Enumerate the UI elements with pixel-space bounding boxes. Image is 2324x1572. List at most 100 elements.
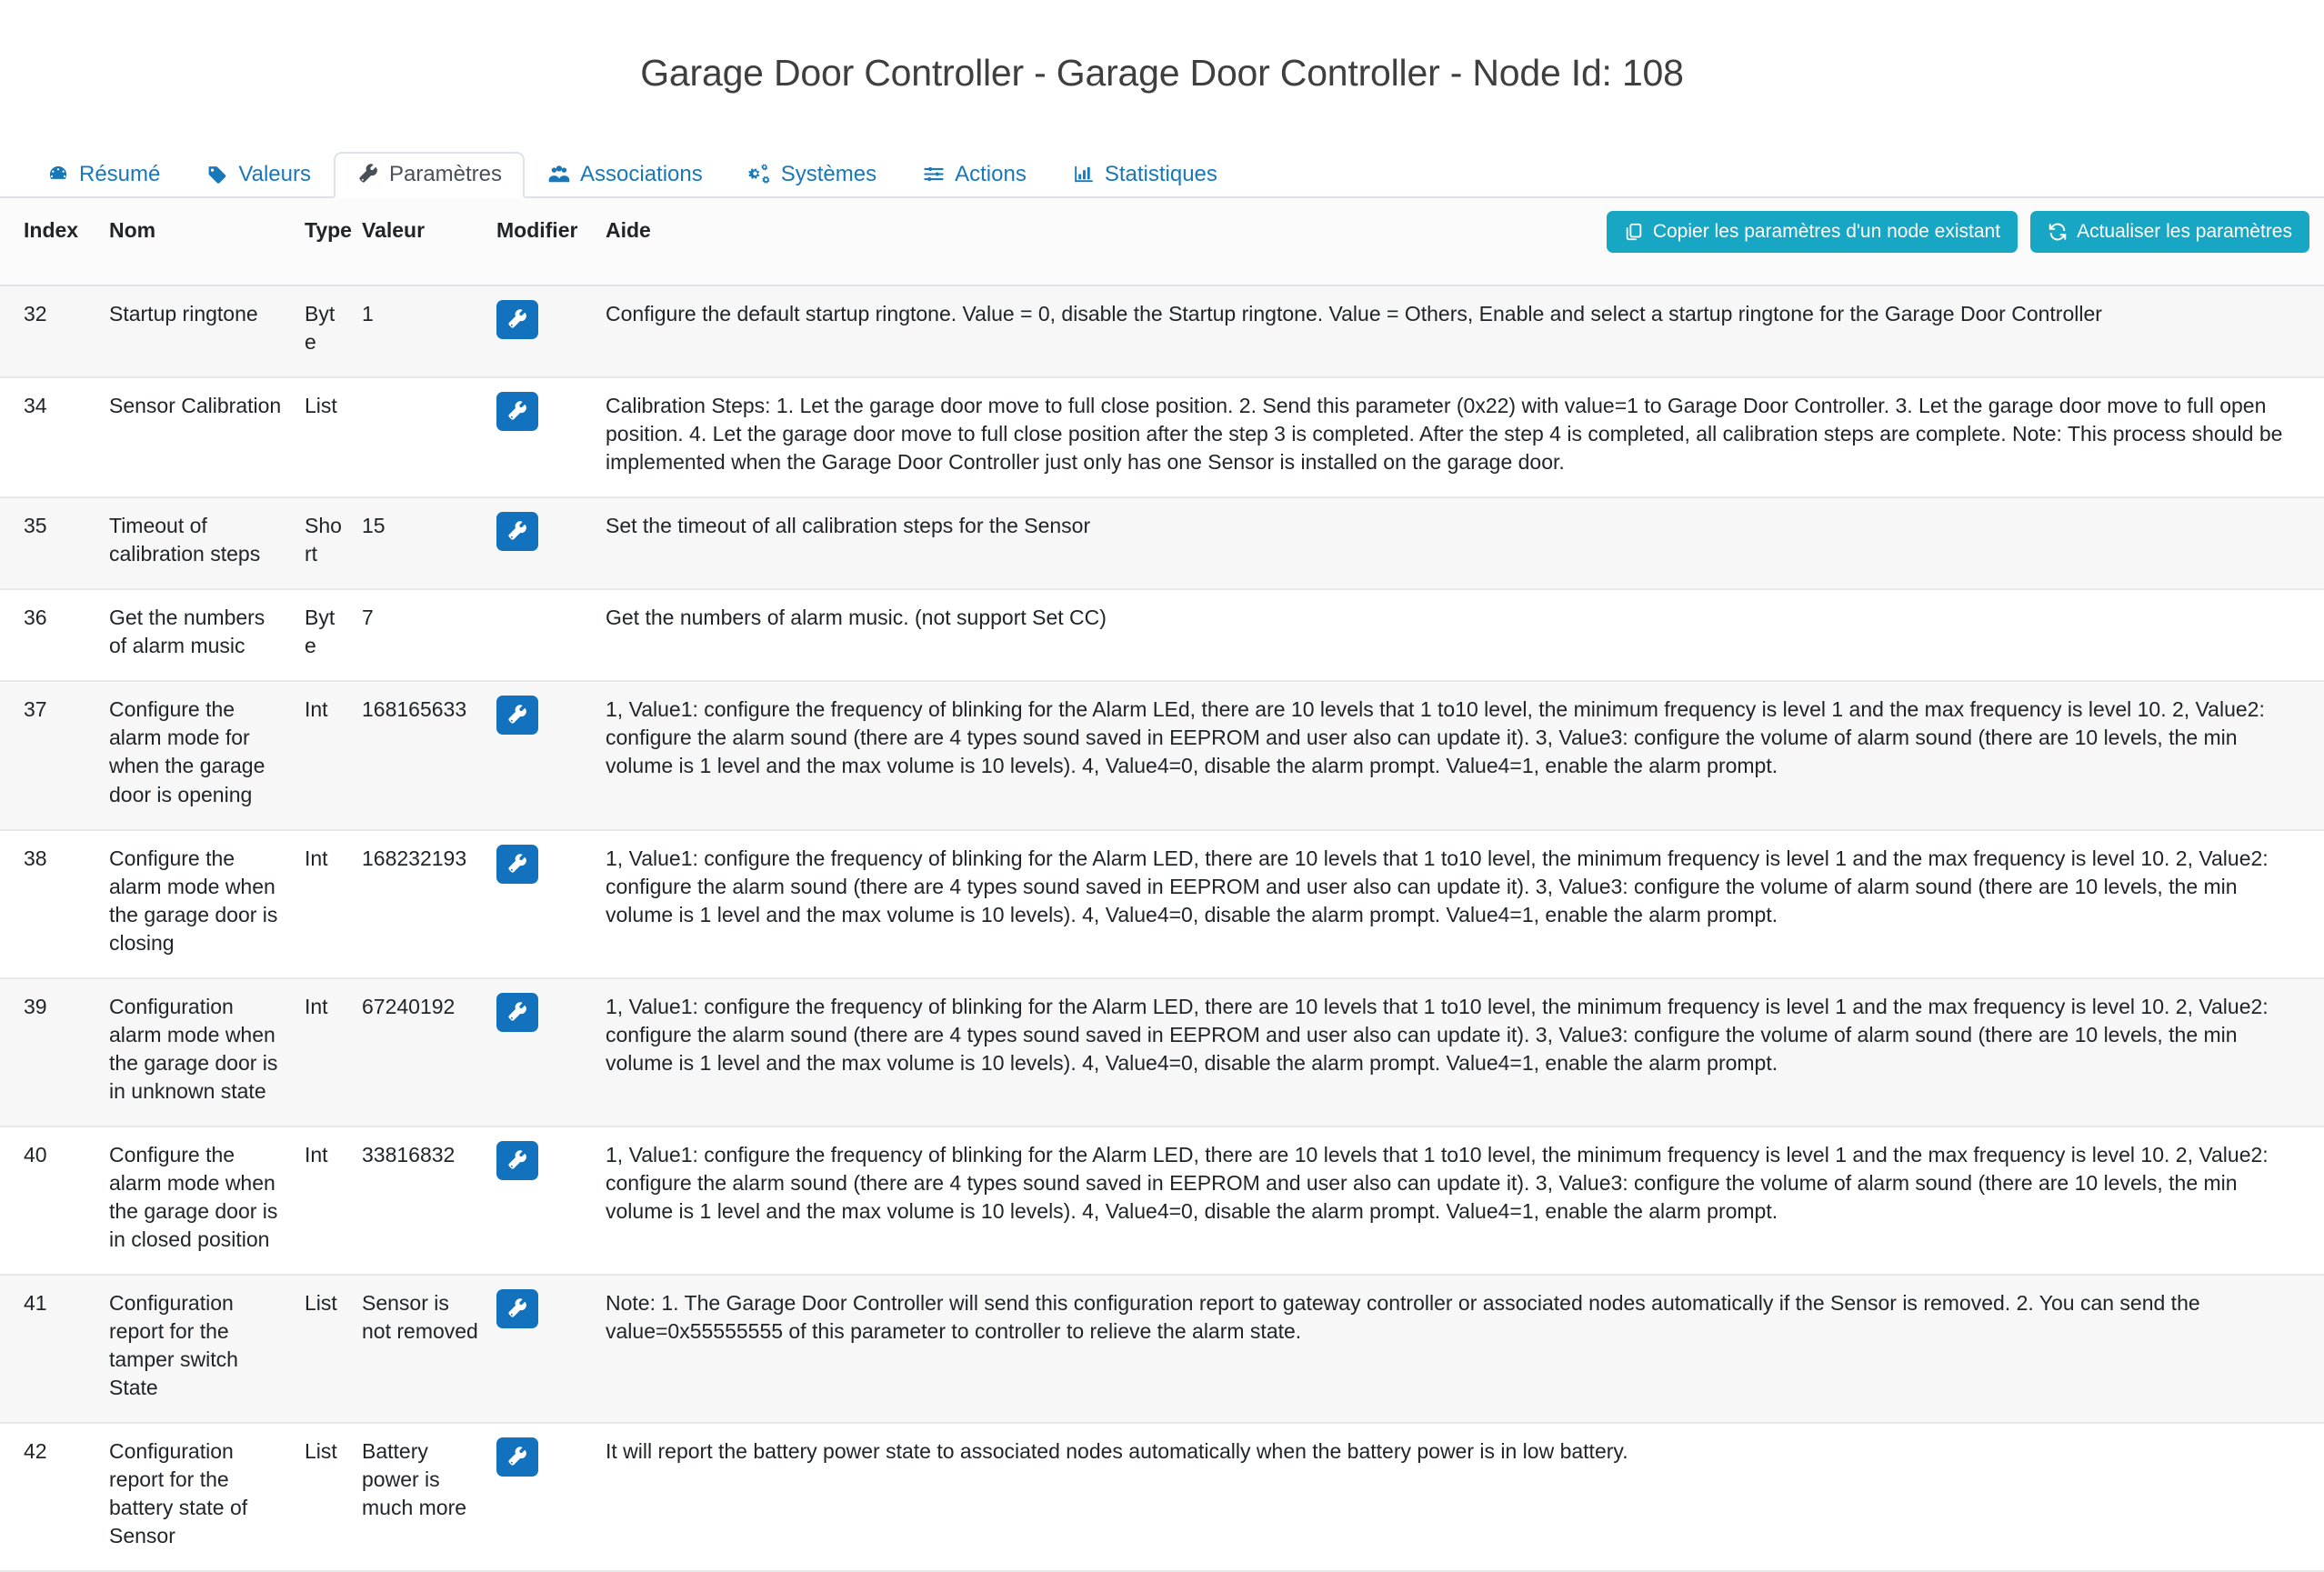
cell-modifier xyxy=(487,377,596,499)
cell-nom: Timeout of calibration steps xyxy=(100,497,296,591)
cell-index: 32 xyxy=(0,285,100,379)
tab-systmes[interactable]: Systèmes xyxy=(726,152,899,198)
copy-parameters-label: Copier les paramètres d'un node existant xyxy=(1652,221,2001,243)
tab-label: Actions xyxy=(955,161,1027,186)
column-header-type: Type xyxy=(296,197,353,286)
cell-type: Int xyxy=(296,681,353,831)
tab-actions[interactable]: Actions xyxy=(899,152,1049,198)
cell-aide: Note: 1. The Garage Door Controller will… xyxy=(596,1275,2324,1425)
tag-icon xyxy=(205,164,229,185)
edit-parameter-button[interactable] xyxy=(496,844,538,884)
wrench-icon xyxy=(506,309,528,330)
cell-valeur: 15 xyxy=(353,497,487,591)
table-row: 40 Configure the alarm mode when the gara… xyxy=(0,1126,2324,1277)
copy-parameters-from-node-button[interactable]: Copier les paramètres d'un node existant xyxy=(1606,210,2018,253)
cell-modifier xyxy=(487,497,596,591)
cell-index: 34 xyxy=(0,377,100,499)
cell-valeur: 7 xyxy=(353,589,487,683)
tab-valeurs[interactable]: Valeurs xyxy=(183,152,334,198)
edit-parameter-button[interactable] xyxy=(496,1289,538,1329)
cell-index: 35 xyxy=(0,497,100,591)
cell-modifier xyxy=(487,1423,596,1572)
tab-label: Associations xyxy=(580,161,703,186)
wrench-icon xyxy=(506,705,528,726)
column-header-index: Index xyxy=(0,197,100,286)
cell-index: 39 xyxy=(0,977,100,1127)
cell-nom: Configuration report for the tamper swit… xyxy=(100,1275,296,1425)
refresh-icon xyxy=(2048,222,2068,242)
cell-valeur: 168232193 xyxy=(353,829,487,979)
edit-parameter-button[interactable] xyxy=(496,992,538,1032)
no-edit-placeholder xyxy=(496,624,497,625)
cell-valeur: 67240192 xyxy=(353,977,487,1127)
table-header: Index Nom Type Valeur Modifier Aide Copi… xyxy=(0,197,2324,286)
cell-aide: 1, Value1: configure the frequency of bl… xyxy=(596,681,2324,831)
cell-aide: Calibration Steps: 1. Let the garage doo… xyxy=(596,377,2324,499)
cell-nom: Configuration report for the battery sta… xyxy=(100,1423,296,1572)
cell-index: 40 xyxy=(0,1126,100,1277)
wrench-icon xyxy=(506,853,528,875)
edit-parameter-button[interactable] xyxy=(496,1140,538,1180)
cell-nom: Startup ringtone xyxy=(100,285,296,379)
cell-valeur: 1 xyxy=(353,285,487,379)
cell-type: Int xyxy=(296,1126,353,1277)
cell-valeur: 33816832 xyxy=(353,1126,487,1277)
cell-valeur: Battery power is much more xyxy=(353,1423,487,1572)
table-row: 42 Configuration report for the battery s… xyxy=(0,1423,2324,1572)
cell-index: 42 xyxy=(0,1423,100,1572)
cell-nom: Sensor Calibration xyxy=(100,377,296,499)
tab-label: Paramètres xyxy=(388,161,503,186)
cell-modifier xyxy=(487,1126,596,1277)
cell-aide: 1, Value1: configure the frequency of bl… xyxy=(596,829,2324,979)
wrench-icon xyxy=(506,521,528,542)
wrench-icon xyxy=(506,1447,528,1467)
column-header-modifier: Modifier xyxy=(487,197,596,286)
table-row: 36 Get the numbers of alarm music Byte 7 Get… xyxy=(0,589,2324,683)
table-row: 38 Configure the alarm mode when the gara… xyxy=(0,829,2324,979)
tab-paramtres[interactable]: Paramètres xyxy=(333,151,526,198)
wrench-icon xyxy=(356,164,380,185)
parameters-table: Index Nom Type Valeur Modifier Aide Copi… xyxy=(0,197,2324,1572)
cell-type: Byte xyxy=(296,589,353,683)
cell-valeur xyxy=(353,377,487,499)
table-row: 34 Sensor Calibration List Calibration Step… xyxy=(0,377,2324,499)
cell-modifier xyxy=(487,829,596,979)
tab-label: Statistiques xyxy=(1104,161,1217,186)
tab-label: Systèmes xyxy=(780,161,877,186)
edit-parameter-button[interactable] xyxy=(496,299,538,339)
tab-statistiques[interactable]: Statistiques xyxy=(1049,152,1240,198)
cell-modifier xyxy=(487,681,596,831)
cell-nom: Configure the alarm mode when the garage… xyxy=(100,829,296,979)
edit-parameter-button[interactable] xyxy=(496,696,538,736)
cell-aide: 1, Value1: configure the frequency of bl… xyxy=(596,1126,2324,1277)
tab-associations[interactable]: Associations xyxy=(525,152,726,198)
cell-aide: Configure the default startup ringtone. … xyxy=(596,285,2324,379)
cell-modifier xyxy=(487,977,596,1127)
tab-label: Valeurs xyxy=(238,161,311,186)
cell-type: List xyxy=(296,377,353,499)
dashboard-icon xyxy=(46,164,70,185)
wrench-icon xyxy=(506,1150,528,1171)
page-title: Garage Door Controller - Garage Door Con… xyxy=(640,52,1684,95)
cell-aide: 1, Value1: configure the frequency of bl… xyxy=(596,977,2324,1127)
table-row: 32 Startup ringtone Byte 1 Configure the def… xyxy=(0,285,2324,379)
tab-rsum[interactable]: Résumé xyxy=(24,152,183,198)
table-row: 41 Configuration report for the tamper sw… xyxy=(0,1275,2324,1425)
cell-modifier xyxy=(487,589,596,683)
table-toolbar: Copier les paramètres d'un node existant xyxy=(1606,210,2309,253)
edit-parameter-button[interactable] xyxy=(496,392,538,432)
chart-bar-icon xyxy=(1072,164,1096,185)
cell-type: Int xyxy=(296,829,353,979)
cell-aide: It will report the battery power state t… xyxy=(596,1423,2324,1572)
users-icon xyxy=(547,164,571,185)
refresh-parameters-button[interactable]: Actualiser les paramètres xyxy=(2030,210,2309,253)
edit-parameter-button[interactable] xyxy=(496,512,538,552)
wrench-icon xyxy=(506,1298,528,1319)
cell-nom: Configure the alarm mode for when the ga… xyxy=(100,681,296,831)
cell-modifier xyxy=(487,285,596,379)
column-header-valeur: Valeur xyxy=(353,197,487,286)
table-body: 32 Startup ringtone Byte 1 Configure the def… xyxy=(0,285,2324,1572)
table-row: 35 Timeout of calibration steps Short 15 Set… xyxy=(0,497,2324,591)
cell-index: 37 xyxy=(0,681,100,831)
edit-parameter-button[interactable] xyxy=(496,1437,538,1477)
